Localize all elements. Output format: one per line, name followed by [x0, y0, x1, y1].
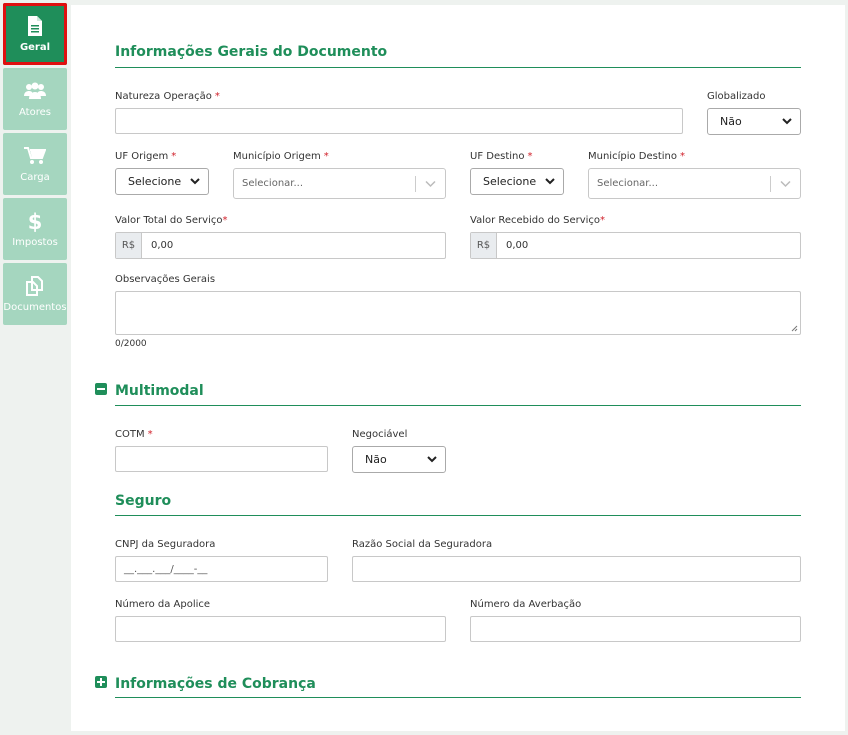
required-mark: *: [323, 151, 329, 162]
sidebar-item-label: Atores: [19, 107, 51, 118]
section-title-seguro: Seguro: [115, 493, 172, 509]
razao-social-label: Razão Social da Seguradora: [352, 539, 493, 550]
chevron-down-icon[interactable]: [425, 180, 436, 188]
collapse-icon[interactable]: [95, 383, 107, 395]
sidebar-item-documentos[interactable]: Documentos: [3, 263, 67, 325]
cotm-input[interactable]: [115, 446, 328, 472]
uf-destino-value: Selecione: [483, 175, 537, 188]
uf-origem-select[interactable]: Selecione: [115, 168, 209, 195]
required-mark: *: [222, 215, 228, 226]
cnpj-input[interactable]: __.___.___/____-__: [115, 556, 328, 582]
combo-separator: [415, 176, 416, 192]
section-title-cobranca[interactable]: Informações de Cobrança: [115, 676, 316, 692]
valor-recebido-input[interactable]: R$ 0,00: [470, 232, 801, 259]
globalizado-label: Globalizado: [707, 91, 766, 102]
sidebar-item-impostos[interactable]: $ Impostos: [3, 198, 67, 260]
globalizado-value: Não: [720, 115, 742, 128]
chevron-down-icon: [545, 178, 555, 185]
averbacao-input[interactable]: [470, 616, 801, 642]
required-mark: *: [680, 151, 685, 162]
valor-recebido-label: Valor Recebido do Serviço*: [470, 215, 606, 226]
uf-origem-value: Selecione: [128, 175, 182, 188]
document-icon: [24, 15, 46, 37]
negociavel-label: Negociável: [352, 429, 408, 440]
apolice-label: Número da Apolice: [115, 599, 211, 610]
sidebar-item-carga[interactable]: Carga: [3, 133, 67, 195]
sidebar-item-label: Impostos: [12, 237, 58, 248]
chevron-down-icon[interactable]: [780, 180, 791, 188]
municipio-origem-placeholder: Selecionar...: [242, 178, 304, 189]
expand-icon[interactable]: [95, 676, 107, 688]
observacoes-label: Observações Gerais: [115, 274, 216, 285]
required-mark: *: [171, 151, 177, 162]
cotm-label: COTM *: [115, 429, 153, 440]
required-mark: *: [600, 215, 606, 226]
sidebar-item-label: Geral: [19, 42, 51, 53]
negociavel-value: Não: [365, 453, 387, 466]
observacoes-textarea[interactable]: [115, 291, 801, 335]
section-divider: [115, 697, 801, 698]
apolice-input[interactable]: [115, 616, 446, 642]
cart-icon: [24, 145, 46, 167]
uf-destino-select[interactable]: Selecione: [470, 168, 564, 195]
required-mark: *: [527, 151, 533, 162]
valor-total-label: Valor Total do Serviço*: [115, 215, 228, 226]
municipio-origem-label: Município Origem *: [233, 151, 329, 162]
municipio-destino-placeholder: Selecionar...: [597, 178, 659, 189]
cnpj-label: CNPJ da Seguradora: [115, 539, 216, 550]
section-divider: [115, 67, 801, 68]
razao-social-input[interactable]: [352, 556, 801, 582]
averbacao-label: Número da Averbação: [470, 599, 582, 610]
resize-grip-icon[interactable]: [791, 325, 798, 332]
required-mark: *: [147, 429, 153, 440]
chevron-down-icon: [782, 118, 792, 125]
uf-destino-label: UF Destino *: [470, 151, 533, 162]
section-title-general: Informações Gerais do Documento: [115, 44, 388, 60]
svg-text:$: $: [28, 210, 42, 232]
globalizado-select[interactable]: Não: [707, 108, 801, 135]
municipio-destino-label: Município Destino *: [588, 151, 685, 162]
section-divider: [115, 405, 801, 406]
valor-total-input[interactable]: R$ 0,00: [115, 232, 446, 259]
sidebar-item-atores[interactable]: Atores: [3, 68, 67, 130]
required-mark: *: [214, 91, 220, 102]
observacoes-counter: 0/2000: [115, 339, 147, 349]
dollar-icon: $: [24, 210, 46, 232]
natureza-input[interactable]: [115, 108, 683, 134]
municipio-destino-combo[interactable]: Selecionar...: [588, 168, 801, 199]
municipio-origem-combo[interactable]: Selecionar...: [233, 168, 446, 199]
sidebar-item-label: Carga: [20, 172, 50, 183]
currency-prefix: R$: [471, 233, 497, 258]
chevron-down-icon: [190, 178, 200, 185]
sidebar-item-geral[interactable]: Geral: [3, 3, 67, 65]
negociavel-select[interactable]: Não: [352, 446, 446, 473]
section-title-multimodal: Multimodal: [115, 383, 204, 399]
chevron-down-icon: [427, 456, 437, 463]
section-divider: [115, 515, 801, 516]
natureza-label: Natureza Operação *: [115, 91, 220, 102]
valor-recebido-value: 0,00: [506, 240, 529, 251]
currency-prefix: R$: [116, 233, 142, 258]
documents-icon: [24, 275, 46, 297]
combo-separator: [770, 176, 771, 192]
main-panel: Informações Gerais do Documento Natureza…: [71, 5, 845, 731]
valor-total-value: 0,00: [151, 240, 174, 251]
users-icon: [24, 80, 46, 102]
sidebar-item-label: Documentos: [3, 302, 67, 313]
sidebar: Geral Atores Carga $ Impostos Documentos: [3, 3, 67, 328]
uf-origem-label: UF Origem *: [115, 151, 177, 162]
